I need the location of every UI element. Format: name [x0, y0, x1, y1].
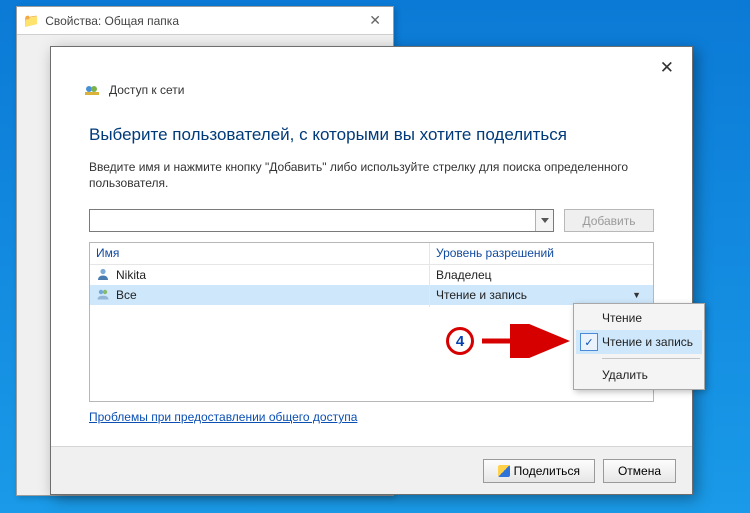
user-combobox[interactable] [89, 209, 554, 232]
menu-item-label: Чтение и запись [602, 335, 693, 349]
col-header-name[interactable]: Имя [90, 243, 430, 264]
annotation-arrow-icon [478, 324, 574, 358]
annotation-step-badge: 4 [446, 327, 474, 355]
row-name: Все [116, 288, 137, 302]
wizard-close-button[interactable]: ✕ [652, 54, 682, 82]
properties-close-button[interactable]: ✕ [363, 12, 387, 29]
user-input[interactable] [90, 210, 535, 231]
page-instructions: Введите имя и нажмите кнопку "Добавить" … [89, 159, 654, 191]
row-level-label: Чтение и запись [436, 288, 527, 302]
user-icon [96, 267, 110, 284]
group-icon [96, 287, 110, 304]
menu-item-remove[interactable]: Удалить [576, 363, 702, 387]
menu-item-label: Чтение [602, 311, 642, 325]
properties-titlebar: 📁 Свойства: Общая папка ✕ [17, 7, 393, 35]
wizard-footer: Поделиться Отмена [51, 446, 692, 494]
page-heading: Выберите пользователей, с которыми вы хо… [89, 125, 654, 145]
folder-icon: 📁 [23, 13, 39, 29]
permission-context-menu: Чтение ✓ Чтение и запись Удалить [573, 303, 705, 390]
table-row[interactable]: Nikita Владелец [90, 265, 653, 285]
cancel-button[interactable]: Отмена [603, 459, 676, 483]
share-button-label: Поделиться [514, 464, 580, 478]
permissions-table: Имя Уровень разрешений Nikita Владелец [89, 242, 654, 402]
check-icon: ✓ [580, 333, 598, 351]
row-name: Nikita [116, 268, 146, 282]
step-number: 4 [456, 333, 464, 350]
row-level: Владелец [430, 265, 653, 285]
network-share-wizard: ✕ Доступ к сети Выберите пользователей, … [50, 46, 693, 495]
wizard-breadcrumb: Доступ к сети [51, 81, 692, 103]
share-button[interactable]: Поделиться [483, 459, 595, 483]
table-header: Имя Уровень разрешений [90, 243, 653, 265]
properties-title: Свойства: Общая папка [45, 14, 363, 28]
network-share-icon [83, 81, 101, 99]
cancel-button-label: Отмена [618, 464, 661, 478]
menu-item-read-write[interactable]: ✓ Чтение и запись [576, 330, 702, 354]
menu-separator [602, 358, 700, 359]
wizard-header-text: Доступ к сети [109, 83, 184, 97]
table-row[interactable]: Все Чтение и запись ▼ [90, 285, 653, 305]
col-header-level[interactable]: Уровень разрешений [430, 243, 653, 264]
menu-item-read[interactable]: Чтение [576, 306, 702, 330]
sharing-problems-link[interactable]: Проблемы при предоставлении общего досту… [89, 410, 654, 424]
chevron-down-icon[interactable] [535, 210, 553, 231]
add-button: Добавить [564, 209, 654, 232]
dropdown-arrow-icon: ▼ [632, 290, 647, 300]
menu-item-label: Удалить [602, 368, 648, 382]
uac-shield-icon [498, 465, 510, 477]
